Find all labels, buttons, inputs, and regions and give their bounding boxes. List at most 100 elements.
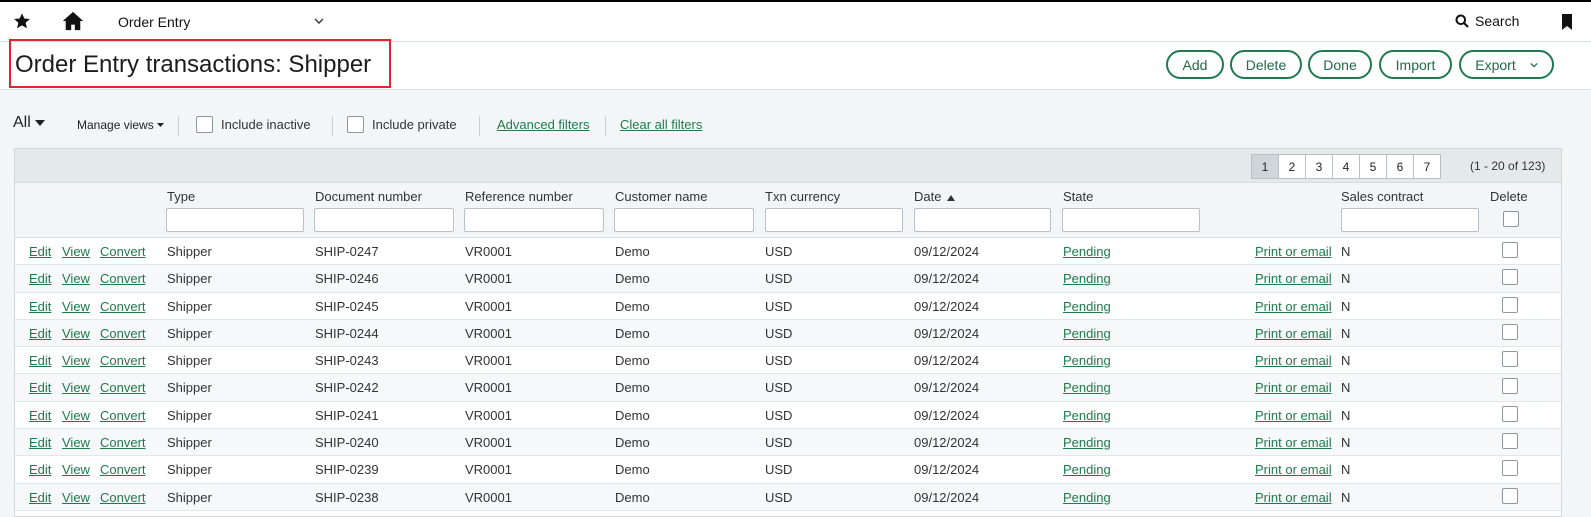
state-link[interactable]: Pending [1063,244,1111,259]
bookmark-icon[interactable] [1561,14,1573,30]
search-button[interactable]: Search [1455,13,1519,29]
select-all-delete-checkbox[interactable] [1503,211,1519,227]
state-link[interactable]: Pending [1063,353,1111,368]
edit-link[interactable]: Edit [29,408,51,423]
clear-all-filters-link[interactable]: Clear all filters [620,117,702,132]
view-link[interactable]: View [62,244,90,259]
page-1-button[interactable]: 1 [1251,154,1279,179]
state-link[interactable]: Pending [1063,299,1111,314]
state-link[interactable]: Pending [1063,271,1111,286]
view-link[interactable]: View [62,353,90,368]
state-link[interactable]: Pending [1063,490,1111,505]
view-link[interactable]: View [62,380,90,395]
done-button[interactable]: Done [1308,50,1372,79]
delete-row-checkbox[interactable] [1502,269,1518,286]
view-link[interactable]: View [62,462,90,477]
print-or-email-link[interactable]: Print or email [1255,271,1332,286]
delete-row-checkbox[interactable] [1502,460,1518,477]
edit-link[interactable]: Edit [29,353,51,368]
print-or-email-link[interactable]: Print or email [1255,299,1332,314]
state-filter-input[interactable] [1062,208,1200,232]
chevron-down-icon[interactable] [314,16,324,26]
edit-link[interactable]: Edit [29,271,51,286]
delete-row-checkbox[interactable] [1502,296,1518,313]
column-header-customer-name[interactable]: Customer name [615,189,707,204]
column-header-type[interactable]: Type [167,189,195,204]
print-or-email-link[interactable]: Print or email [1255,244,1332,259]
delete-row-checkbox[interactable] [1502,405,1518,422]
reference-number-filter-input[interactable] [464,208,604,232]
delete-button[interactable]: Delete [1230,50,1302,79]
convert-link[interactable]: Convert [100,380,146,395]
convert-link[interactable]: Convert [100,408,146,423]
page-2-button[interactable]: 2 [1278,154,1306,179]
delete-row-checkbox[interactable] [1502,378,1518,395]
convert-link[interactable]: Convert [100,353,146,368]
include-inactive-checkbox[interactable] [196,116,213,133]
delete-row-checkbox[interactable] [1502,242,1518,258]
include-private-checkbox[interactable] [347,116,364,133]
convert-link[interactable]: Convert [100,435,146,450]
module-selector[interactable]: Order Entry [118,14,190,30]
edit-link[interactable]: Edit [29,435,51,450]
view-link[interactable]: View [62,299,90,314]
print-or-email-link[interactable]: Print or email [1255,490,1332,505]
print-or-email-link[interactable]: Print or email [1255,462,1332,477]
print-or-email-link[interactable]: Print or email [1255,380,1332,395]
convert-link[interactable]: Convert [100,462,146,477]
export-button[interactable]: Export [1459,50,1554,79]
state-link[interactable]: Pending [1063,326,1111,341]
print-or-email-link[interactable]: Print or email [1255,408,1332,423]
state-link[interactable]: Pending [1063,462,1111,477]
txn-currency-filter-input[interactable] [765,208,903,232]
add-button[interactable]: Add [1166,50,1224,79]
document-number-filter-input[interactable] [314,208,454,232]
view-link[interactable]: View [62,435,90,450]
view-link[interactable]: View [62,271,90,286]
print-or-email-link[interactable]: Print or email [1255,435,1332,450]
type-filter-input[interactable] [166,208,304,232]
edit-link[interactable]: Edit [29,326,51,341]
state-link[interactable]: Pending [1063,435,1111,450]
column-header-sales-contract[interactable]: Sales contract [1341,189,1423,204]
page-5-button[interactable]: 5 [1359,154,1387,179]
state-link[interactable]: Pending [1063,408,1111,423]
delete-row-checkbox[interactable] [1502,487,1518,504]
edit-link[interactable]: Edit [29,490,51,505]
convert-link[interactable]: Convert [100,244,146,259]
view-link[interactable]: View [62,490,90,505]
page-4-button[interactable]: 4 [1332,154,1360,179]
advanced-filters-link[interactable]: Advanced filters [497,117,590,132]
edit-link[interactable]: Edit [29,462,51,477]
delete-row-checkbox[interactable] [1502,433,1518,450]
view-selector[interactable]: All [13,114,45,132]
home-icon[interactable] [62,11,84,31]
convert-link[interactable]: Convert [100,299,146,314]
convert-link[interactable]: Convert [100,326,146,341]
date-filter-input[interactable] [914,208,1051,232]
column-header-reference-number[interactable]: Reference number [465,189,573,204]
page-3-button[interactable]: 3 [1305,154,1333,179]
column-header-date[interactable]: Date [914,189,956,204]
convert-link[interactable]: Convert [100,271,146,286]
manage-views-menu[interactable]: Manage views [77,118,164,132]
print-or-email-link[interactable]: Print or email [1255,326,1332,341]
edit-link[interactable]: Edit [29,380,51,395]
column-header-document-number[interactable]: Document number [315,189,422,204]
page-7-button[interactable]: 7 [1413,154,1441,179]
column-header-txn-currency[interactable]: Txn currency [765,189,840,204]
column-header-state[interactable]: State [1063,189,1093,204]
star-icon[interactable] [13,12,31,30]
convert-link[interactable]: Convert [100,490,146,505]
state-link[interactable]: Pending [1063,380,1111,395]
page-6-button[interactable]: 6 [1386,154,1414,179]
delete-row-checkbox[interactable] [1502,351,1518,368]
edit-link[interactable]: Edit [29,244,51,259]
print-or-email-link[interactable]: Print or email [1255,353,1332,368]
view-link[interactable]: View [62,326,90,341]
import-button[interactable]: Import [1379,50,1452,79]
customer-name-filter-input[interactable] [614,208,754,232]
delete-row-checkbox[interactable] [1502,323,1518,340]
sales-contract-filter-input[interactable] [1341,208,1479,232]
view-link[interactable]: View [62,408,90,423]
